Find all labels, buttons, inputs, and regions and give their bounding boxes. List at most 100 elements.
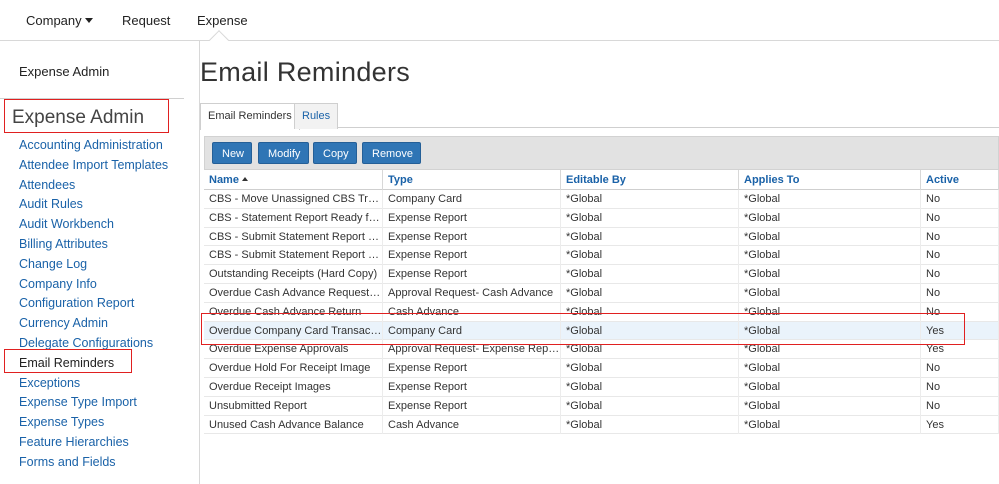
table-row[interactable]: Overdue Company Card Transactions Company… [204, 321, 999, 341]
table-row[interactable]: Overdue Cash Advance Return Cash Advance *… [204, 302, 999, 322]
cell-editable-by: *Global [561, 415, 739, 435]
copy-button[interactable]: Copy [313, 142, 357, 164]
sidebar-item[interactable]: Company Info [19, 275, 168, 295]
table-row[interactable]: Overdue Expense Approvals Approval Reques… [204, 340, 999, 360]
cell-type: Approval Request- Cash Advance [383, 283, 561, 303]
sidebar-item[interactable]: Attendee Import Templates [19, 156, 168, 176]
tab-email-reminders[interactable]: Email Reminders [200, 103, 300, 130]
new-button[interactable]: New [212, 142, 252, 164]
toolbar: New Modify Copy Remove [204, 136, 999, 170]
cell-applies-to: *Global [739, 302, 921, 322]
cell-applies-to: *Global [739, 190, 921, 209]
sidebar-item[interactable]: Email Reminders [19, 354, 168, 374]
sidebar-item[interactable]: Audit Workbench [19, 215, 168, 235]
cell-active: Yes [921, 415, 999, 435]
column-header-name[interactable]: Name [204, 170, 383, 190]
sidebar-item[interactable]: Currency Admin [19, 314, 168, 334]
cell-type: Company Card [383, 321, 561, 341]
nav-expense[interactable]: Expense [197, 13, 248, 28]
table-header: Name Type Editable By Applies To Active [204, 170, 999, 190]
cell-active: No [921, 246, 999, 266]
column-header-applies-to[interactable]: Applies To [739, 170, 921, 190]
cell-active: No [921, 227, 999, 247]
cell-name: Outstanding Receipts (Hard Copy) [204, 265, 383, 284]
cell-editable-by: *Global [561, 396, 739, 416]
sidebar: Expense Admin Expense Admin Accounting A… [0, 41, 200, 484]
sidebar-item[interactable]: Forms and Fields [19, 453, 168, 473]
cell-name: Overdue Cash Advance Return [204, 302, 383, 322]
tab-bar: Email Reminders Rules [200, 103, 999, 130]
cell-name: Overdue Company Card Transactions [204, 321, 383, 341]
cell-active: No [921, 302, 999, 322]
column-header-type[interactable]: Type [383, 170, 561, 190]
cell-editable-by: *Global [561, 265, 739, 284]
sidebar-item[interactable]: Audit Rules [19, 195, 168, 215]
cell-name: Overdue Hold For Receipt Image [204, 359, 383, 378]
cell-active: No [921, 208, 999, 228]
cell-type: Expense Report [383, 377, 561, 397]
table-row[interactable]: Unsubmitted Report Expense Report *Global *… [204, 396, 999, 416]
cell-applies-to: *Global [739, 415, 921, 435]
table-row[interactable]: Unused Cash Advance Balance Cash Advance *… [204, 415, 999, 435]
cell-type: Expense Report [383, 208, 561, 228]
cell-name: Overdue Receipt Images [204, 377, 383, 397]
cell-type: Expense Report [383, 396, 561, 416]
nav-request[interactable]: Request [122, 13, 170, 28]
table-row[interactable]: Overdue Receipt Images Expense Report *Glo… [204, 377, 999, 397]
cell-editable-by: *Global [561, 246, 739, 266]
sort-ascending-icon [241, 177, 248, 181]
cell-active: No [921, 377, 999, 397]
cell-type: Expense Report [383, 227, 561, 247]
table-row[interactable]: Outstanding Receipts (Hard Copy) Expense … [204, 265, 999, 284]
cell-type: Expense Report [383, 265, 561, 284]
cell-active: No [921, 283, 999, 303]
sidebar-item[interactable]: Exceptions [19, 374, 168, 394]
cell-applies-to: *Global [739, 377, 921, 397]
sidebar-item[interactable]: Configuration Report [19, 294, 168, 314]
sidebar-item[interactable]: Billing Attributes [19, 235, 168, 255]
top-nav: Company Request Expense [0, 0, 999, 50]
modify-button[interactable]: Modify [258, 142, 309, 164]
tab-rules[interactable]: Rules [294, 103, 339, 129]
cell-active: Yes [921, 321, 999, 341]
cell-type: Approval Request- Expense Report [383, 340, 561, 360]
table-row[interactable]: CBS - Statement Report Ready for Submiss… [204, 208, 999, 228]
table-row[interactable]: CBS - Move Unassigned CBS TransactionsCo… [204, 190, 999, 209]
table-row[interactable]: CBS - Submit Statement Report (15 Days)E… [204, 227, 999, 247]
sidebar-item[interactable]: Feature Hierarchies [19, 433, 168, 453]
cell-type: Company Card [383, 190, 561, 209]
cell-name: Unused Cash Advance Balance [204, 415, 383, 435]
cell-applies-to: *Global [739, 340, 921, 360]
cell-applies-to: *Global [739, 265, 921, 284]
sidebar-top-label[interactable]: Expense Admin [19, 64, 109, 79]
cell-applies-to: *Global [739, 208, 921, 228]
table-row[interactable]: Overdue Cash Advance Request ApprovalsAp… [204, 283, 999, 303]
cell-active: Yes [921, 340, 999, 360]
table-row[interactable]: CBS - Submit Statement Report (30 Days)E… [204, 246, 999, 266]
column-header-active[interactable]: Active [921, 170, 999, 190]
cell-applies-to: *Global [739, 359, 921, 378]
cell-name: Overdue Expense Approvals [204, 340, 383, 360]
table-row[interactable]: Overdue Hold For Receipt Image Expense Re… [204, 359, 999, 378]
cell-applies-to: *Global [739, 396, 921, 416]
sidebar-item[interactable]: Expense Type Import [19, 393, 168, 413]
sidebar-item[interactable]: Accounting Administration [19, 136, 168, 156]
cell-name: CBS - Statement Report Ready for Submiss… [204, 208, 383, 228]
remove-button[interactable]: Remove [362, 142, 421, 164]
cell-name: CBS - Submit Statement Report (30 Days) [204, 246, 383, 266]
nav-company-label: Company [26, 13, 82, 28]
nav-company-menu[interactable]: Company [26, 13, 93, 28]
table-body: CBS - Move Unassigned CBS TransactionsCo… [204, 190, 999, 435]
cell-active: No [921, 359, 999, 378]
sidebar-item[interactable]: Delegate Configurations [19, 334, 168, 354]
cell-applies-to: *Global [739, 227, 921, 247]
cell-active: No [921, 265, 999, 284]
column-header-editable-by[interactable]: Editable By [561, 170, 739, 190]
cell-editable-by: *Global [561, 227, 739, 247]
sidebar-item[interactable]: Change Log [19, 255, 168, 275]
sidebar-item[interactable]: Expense Types [19, 413, 168, 433]
cell-active: No [921, 396, 999, 416]
cell-editable-by: *Global [561, 302, 739, 322]
cell-name: CBS - Move Unassigned CBS Transactions [204, 190, 383, 209]
sidebar-item[interactable]: Attendees [19, 176, 168, 196]
